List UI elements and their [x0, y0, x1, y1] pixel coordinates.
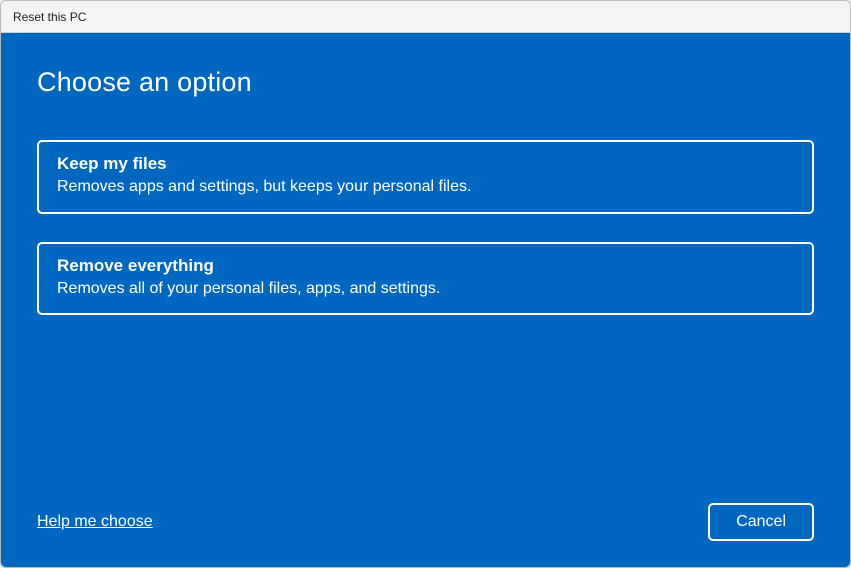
option-title: Keep my files: [57, 154, 794, 174]
option-title: Remove everything: [57, 256, 794, 276]
reset-pc-window: Reset this PC Choose an option Keep my f…: [0, 0, 851, 568]
option-remove-everything[interactable]: Remove everything Removes all of your pe…: [37, 242, 814, 316]
option-keep-my-files[interactable]: Keep my files Removes apps and settings,…: [37, 140, 814, 214]
page-heading: Choose an option: [37, 67, 814, 98]
footer: Help me choose Cancel: [37, 503, 814, 541]
help-me-choose-link[interactable]: Help me choose: [37, 513, 153, 531]
option-description: Removes apps and settings, but keeps you…: [57, 176, 794, 198]
window-title: Reset this PC: [13, 10, 86, 24]
cancel-button[interactable]: Cancel: [708, 503, 814, 541]
content-area: Choose an option Keep my files Removes a…: [1, 33, 850, 567]
option-description: Removes all of your personal files, apps…: [57, 278, 794, 300]
titlebar: Reset this PC: [1, 1, 850, 33]
